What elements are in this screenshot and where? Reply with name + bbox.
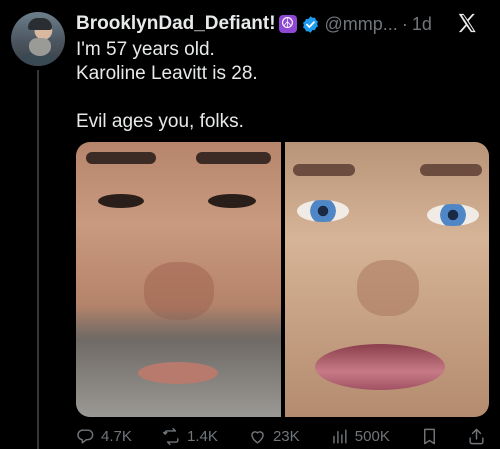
bookmark-icon[interactable]: [420, 427, 439, 446]
tweet-line-3: Evil ages you, folks.: [76, 111, 244, 132]
reply-icon: [77, 428, 94, 444]
share-icon[interactable]: [467, 427, 486, 446]
right-eye: [426, 204, 479, 226]
tweet-actions: 4.7K 1.4K 23K 500K: [76, 425, 486, 447]
tweet-secondary-actions: [420, 427, 486, 446]
author-name[interactable]: BrooklynDad_Defiant!: [76, 13, 276, 35]
verified-badge-icon: [302, 15, 318, 33]
repost-count: 1.4K: [186, 427, 218, 445]
repost-button[interactable]: 1.4K: [162, 427, 218, 446]
left-eye: [296, 200, 349, 222]
left-brow: [86, 152, 156, 164]
views-button[interactable]: 500K: [330, 427, 390, 446]
left-brow: [292, 164, 355, 176]
left-eye: [98, 194, 144, 208]
repost-icon: [162, 427, 179, 445]
media-photo-left[interactable]: [76, 142, 281, 417]
author-avatar[interactable]: [11, 12, 65, 66]
peace-symbol-icon: ☮: [278, 15, 297, 33]
like-count: 23K: [272, 427, 300, 445]
separator-dot: ·: [401, 13, 408, 34]
heart-icon: [251, 430, 264, 444]
views-bar-chart-icon: [333, 428, 347, 444]
lips: [138, 362, 218, 384]
views-count: 500K: [354, 427, 390, 445]
tweet[interactable]: BrooklynDad_Defiant! ☮ @mmp... · 1d I'm …: [0, 0, 500, 449]
reply-button[interactable]: 4.7K: [76, 427, 132, 446]
tweet-timestamp[interactable]: 1d: [412, 14, 432, 35]
thread-line: [37, 70, 39, 449]
media-photo-right[interactable]: [284, 142, 489, 417]
right-brow: [196, 152, 271, 164]
tweet-line-1: I'm 57 years old.: [76, 39, 215, 60]
right-brow: [419, 164, 482, 176]
reply-count: 4.7K: [101, 427, 132, 445]
nose: [356, 260, 419, 316]
avatar-cap: [28, 18, 52, 30]
right-eye: [208, 194, 256, 208]
lips: [314, 344, 445, 390]
like-button[interactable]: 23K: [248, 427, 300, 446]
x-logo-icon[interactable]: [456, 12, 478, 34]
tweet-media[interactable]: [76, 142, 489, 417]
tweet-line-2: Karoline Leavitt is 28.: [76, 63, 258, 84]
avatar-beard: [29, 38, 51, 56]
tweet-header: BrooklynDad_Defiant! ☮ @mmp... · 1d: [76, 12, 432, 36]
tweet-text: I'm 57 years old. Karoline Leavitt is 28…: [76, 38, 486, 134]
author-handle[interactable]: @mmp...: [325, 14, 398, 35]
